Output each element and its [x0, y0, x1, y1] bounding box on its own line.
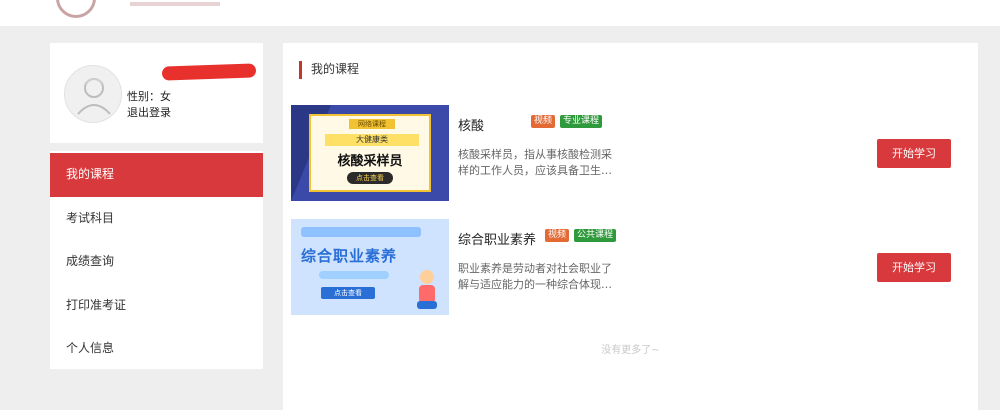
course-item: 综合职业素养 点击查看 综合职业素养 视频 公共课程 职业素养是劳动者对社会职业…: [291, 219, 971, 315]
top-header: [0, 0, 1000, 26]
thumbnail-decoration: [301, 227, 421, 237]
logout-link[interactable]: 退出登录: [127, 104, 171, 120]
gender-label: 性别：女: [127, 90, 171, 103]
thumbnail-header: 网络课程: [349, 119, 395, 129]
course-title[interactable]: 综合职业素养: [458, 229, 536, 248]
sidebar-item-personal-info[interactable]: 个人信息: [50, 327, 263, 371]
video-tag: 视频: [531, 115, 556, 128]
thumbnail-view-button: 点击查看: [321, 287, 375, 299]
course-description: 职业素养是劳动者对社会职业了解与适应能力的一种综合体现…: [458, 262, 612, 291]
sidebar-item-score-query[interactable]: 成绩查询: [50, 240, 263, 284]
avatar: [64, 65, 122, 123]
sidebar-item-print-admission[interactable]: 打印准考证: [50, 284, 263, 328]
course-item: 网络课程 大健康类 核酸采样员 点击查看 核酸 视频 专业课程 核酸采样员，指从…: [291, 105, 971, 201]
course-type-tag: 专业课程: [560, 115, 603, 128]
thumbnail-category: 大健康类: [325, 134, 419, 146]
course-thumbnail[interactable]: 网络课程 大健康类 核酸采样员 点击查看: [291, 105, 449, 201]
course-tags: 视频 公共课程: [545, 229, 617, 242]
user-profile-card: 性别：女 退出登录: [50, 43, 263, 139]
no-more-indicator: 没有更多了~: [601, 345, 660, 356]
start-learning-button[interactable]: 开始学习: [877, 139, 951, 168]
thumbnail-panel: 网络课程 大健康类 核酸采样员 点击查看: [309, 114, 431, 192]
thumbnail-decoration: [319, 271, 389, 279]
course-type-tag: 公共课程: [574, 229, 617, 242]
thumbnail-view-button: 点击查看: [347, 172, 393, 184]
video-tag: 视频: [545, 229, 570, 242]
sidebar: 性别：女 退出登录 我的课程 考试科目 成绩查询 打印准考证 个人信息: [50, 43, 263, 369]
user-avatar-icon: [77, 78, 111, 115]
course-title[interactable]: 核酸: [458, 115, 484, 134]
sidebar-menu: 我的课程 考试科目 成绩查询 打印准考证 个人信息: [50, 153, 263, 371]
course-description: 核酸采样员，指从事核酸检测采样的工作人员，应该具备卫生…: [458, 148, 612, 177]
section-title: 我的课程: [299, 61, 359, 79]
sidebar-item-my-courses[interactable]: 我的课程: [50, 153, 263, 197]
person-illustration-icon: [417, 270, 437, 309]
sidebar-separator: [50, 143, 263, 151]
course-thumbnail[interactable]: 综合职业素养 点击查看: [291, 219, 449, 315]
username-redacted: [161, 63, 257, 81]
sidebar-item-exam-subjects[interactable]: 考试科目: [50, 197, 263, 241]
thumbnail-title: 核酸采样员: [337, 154, 403, 169]
site-title-partial: [130, 0, 220, 6]
course-tags: 视频 专业课程: [531, 115, 603, 128]
start-learning-button[interactable]: 开始学习: [877, 253, 951, 282]
thumbnail-title: 综合职业素养: [301, 247, 398, 265]
main-content: 我的课程 网络课程 大健康类 核酸采样员 点击查看 核酸 视频 专业课程 核酸采…: [283, 43, 978, 410]
school-logo: [56, 0, 96, 18]
